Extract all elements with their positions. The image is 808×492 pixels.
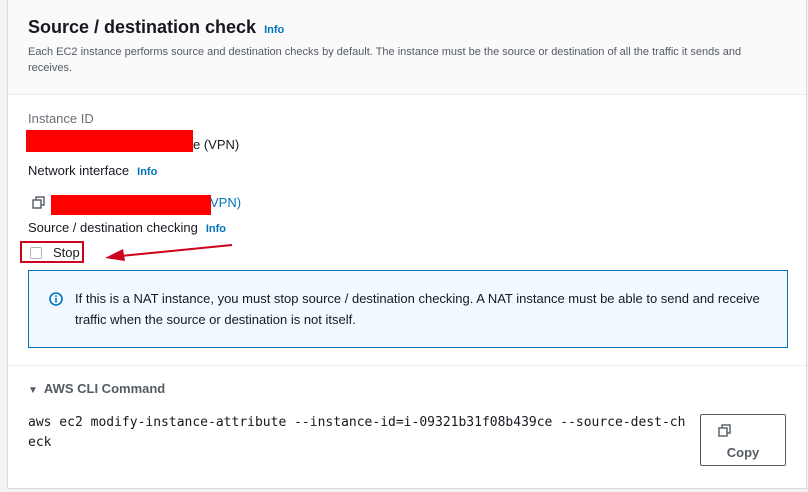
info-circle-icon — [49, 292, 63, 306]
cli-command-toggle[interactable]: ▼ AWS CLI Command — [28, 381, 165, 396]
stop-checkbox[interactable] — [30, 247, 42, 259]
panel-title: Source / destination check Info — [28, 17, 284, 38]
alert-text: If this is a NAT instance, you must stop… — [75, 291, 760, 327]
nat-info-alert: If this is a NAT instance, you must stop… — [28, 270, 788, 348]
network-interface-label-text: Network interface — [28, 163, 130, 178]
cli-command-title: AWS CLI Command — [43, 381, 166, 396]
title-info-link[interactable]: Info — [264, 24, 284, 36]
caret-down-icon: ▼ — [28, 385, 38, 396]
instance-id-label: Instance ID — [28, 111, 94, 126]
stop-highlight-box: Stop — [20, 241, 84, 263]
network-interface-link[interactable]: VPN) — [210, 195, 241, 210]
stop-label[interactable]: Stop — [53, 245, 80, 260]
copy-icon[interactable] — [32, 196, 46, 210]
instance-id-value: e (VPN) — [193, 137, 240, 152]
copy-icon — [718, 424, 731, 437]
copy-button-label: Copy — [726, 445, 760, 460]
redacted-network-interface-id — [51, 195, 211, 215]
source-destination-check-panel: Source / destination check Info Each EC2 … — [7, 0, 807, 489]
source-destination-checking-label: Source / destination checking Info — [28, 220, 226, 235]
redacted-instance-id — [26, 130, 193, 152]
cli-command-text: aws ec2 modify-instance-attribute --inst… — [28, 415, 686, 450]
annotation-arrow-icon — [105, 244, 233, 261]
checking-info-link[interactable]: Info — [206, 223, 226, 235]
network-interface-label: Network interface Info — [28, 163, 157, 178]
divider — [8, 365, 806, 366]
copy-button[interactable]: Copy — [700, 414, 786, 466]
panel-title-text: Source / destination check — [28, 17, 257, 37]
panel-header: Source / destination check Info Each EC2 … — [8, 0, 806, 95]
network-interface-info-link[interactable]: Info — [137, 166, 157, 178]
panel-description: Each EC2 instance performs source and de… — [28, 46, 742, 74]
source-destination-checking-label-text: Source / destination checking — [28, 220, 198, 235]
